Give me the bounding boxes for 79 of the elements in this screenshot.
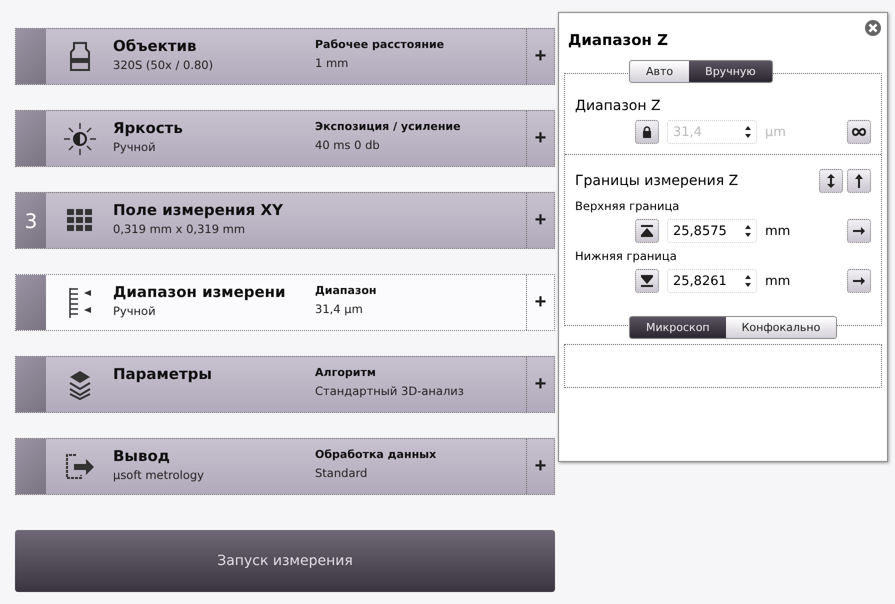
lock-icon [642, 126, 652, 138]
bound-label: Нижняя граница [575, 249, 678, 263]
step-strip [16, 29, 46, 84]
parameter-value: Standard [315, 466, 368, 480]
step-card[interactable]: Диапазон измерени Ручной Диапазон 31,4 µm + [15, 274, 555, 331]
spinner-icon[interactable] [745, 275, 751, 287]
objective-icon [68, 40, 90, 72]
expand-button[interactable]: + [526, 29, 554, 84]
parameter-label: Обработка данных [315, 448, 438, 461]
parameter-value: Стандартный 3D-анализ [315, 384, 465, 398]
span-button[interactable] [819, 169, 843, 193]
parameter-value: 40 ms 0 db [315, 138, 381, 152]
expand-button[interactable]: + [526, 275, 554, 330]
layers-icon [68, 370, 92, 400]
infinity-button[interactable] [847, 120, 871, 144]
step-value: µsoft metrology [113, 468, 205, 482]
section-title: Диапазон Z [575, 98, 662, 114]
view-tab[interactable]: Конфокально [726, 317, 836, 338]
export-icon [64, 452, 96, 480]
apply-button[interactable] [847, 219, 871, 243]
panel-title: Диапазон Z [568, 31, 668, 49]
parameter-label: Рабочее расстояние [315, 38, 446, 51]
spinner-icon[interactable] [745, 225, 751, 237]
step-card[interactable]: 3 Поле измерения XY 0,319 mm x 0,319 mm + [15, 192, 555, 249]
unit-label: mm [765, 274, 790, 288]
step-value: 0,319 mm x 0,319 mm [113, 222, 246, 236]
bottom-limit-icon [641, 275, 653, 287]
arrow-right-icon [853, 227, 865, 235]
step-value: 320S (50x / 0.80) [113, 58, 214, 72]
parameter-label: Экспозиция / усиление [315, 120, 462, 133]
step-strip [16, 357, 46, 412]
top-limit-icon [641, 225, 653, 237]
unit-label: µm [765, 124, 786, 140]
close-icon[interactable] [864, 19, 882, 37]
arrow-right-icon [853, 277, 865, 285]
expand-button[interactable]: + [526, 357, 554, 412]
step-card[interactable]: Объектив 320S (50x / 0.80) Рабочее расстояние 1 mm + [15, 28, 555, 85]
grid-icon [66, 208, 92, 232]
parameter-label: Алгоритм [315, 366, 377, 379]
step-value: Ручной [113, 304, 157, 318]
bound-button[interactable] [635, 219, 659, 243]
step-title: Яркость [113, 119, 184, 137]
step-title: Объектив [113, 37, 198, 55]
step-title: Поле измерения XY [113, 201, 284, 219]
bound-button[interactable] [635, 269, 659, 293]
lock-button[interactable] [635, 120, 659, 144]
view-tab[interactable]: Микроскоп [630, 317, 726, 338]
step-strip [16, 439, 46, 494]
step-number: 3 [24, 208, 38, 232]
start-button[interactable]: Запуск измерения [15, 530, 555, 592]
mode-tab[interactable]: Вручную [689, 61, 772, 82]
step-title: Вывод [113, 447, 171, 465]
mode-tab[interactable]: Авто [630, 61, 690, 82]
up-button[interactable] [847, 169, 871, 193]
expand-button[interactable]: + [526, 439, 554, 494]
unit-label: mm [765, 224, 790, 238]
step-title: Параметры [113, 365, 213, 383]
expand-button[interactable]: + [526, 193, 554, 248]
step-strip [16, 275, 46, 330]
bound-label: Верхняя граница [575, 199, 680, 213]
parameter-value: 1 mm [315, 56, 350, 70]
parameter-label: Диапазон [315, 284, 378, 297]
section-title: Границы измерения Z [575, 173, 740, 189]
brightness-icon [62, 120, 98, 156]
ruler-icon [66, 286, 92, 318]
step-title: Диапазон измерени [113, 283, 287, 301]
expand-button[interactable]: + [526, 111, 554, 166]
arrow-up-icon [855, 174, 863, 188]
step-value: Ручной [113, 140, 157, 154]
infinity-icon [851, 127, 867, 137]
step-strip [16, 111, 46, 166]
step-card[interactable]: Яркость Ручной Экспозиция / усиление 40 ms 0 db + [15, 110, 555, 167]
step-card[interactable]: Параметры Алгоритм Стандартный 3D-анализ + [15, 356, 555, 413]
bound-field[interactable]: 25,8261 [667, 269, 757, 293]
step-card[interactable]: Вывод µsoft metrology Обработка данных Standard + [15, 438, 555, 495]
apply-button[interactable] [847, 269, 871, 293]
double-arrow-icon [827, 174, 835, 188]
parameter-value: 31,4 µm [315, 302, 364, 316]
bound-field[interactable]: 25,8575 [667, 219, 757, 243]
